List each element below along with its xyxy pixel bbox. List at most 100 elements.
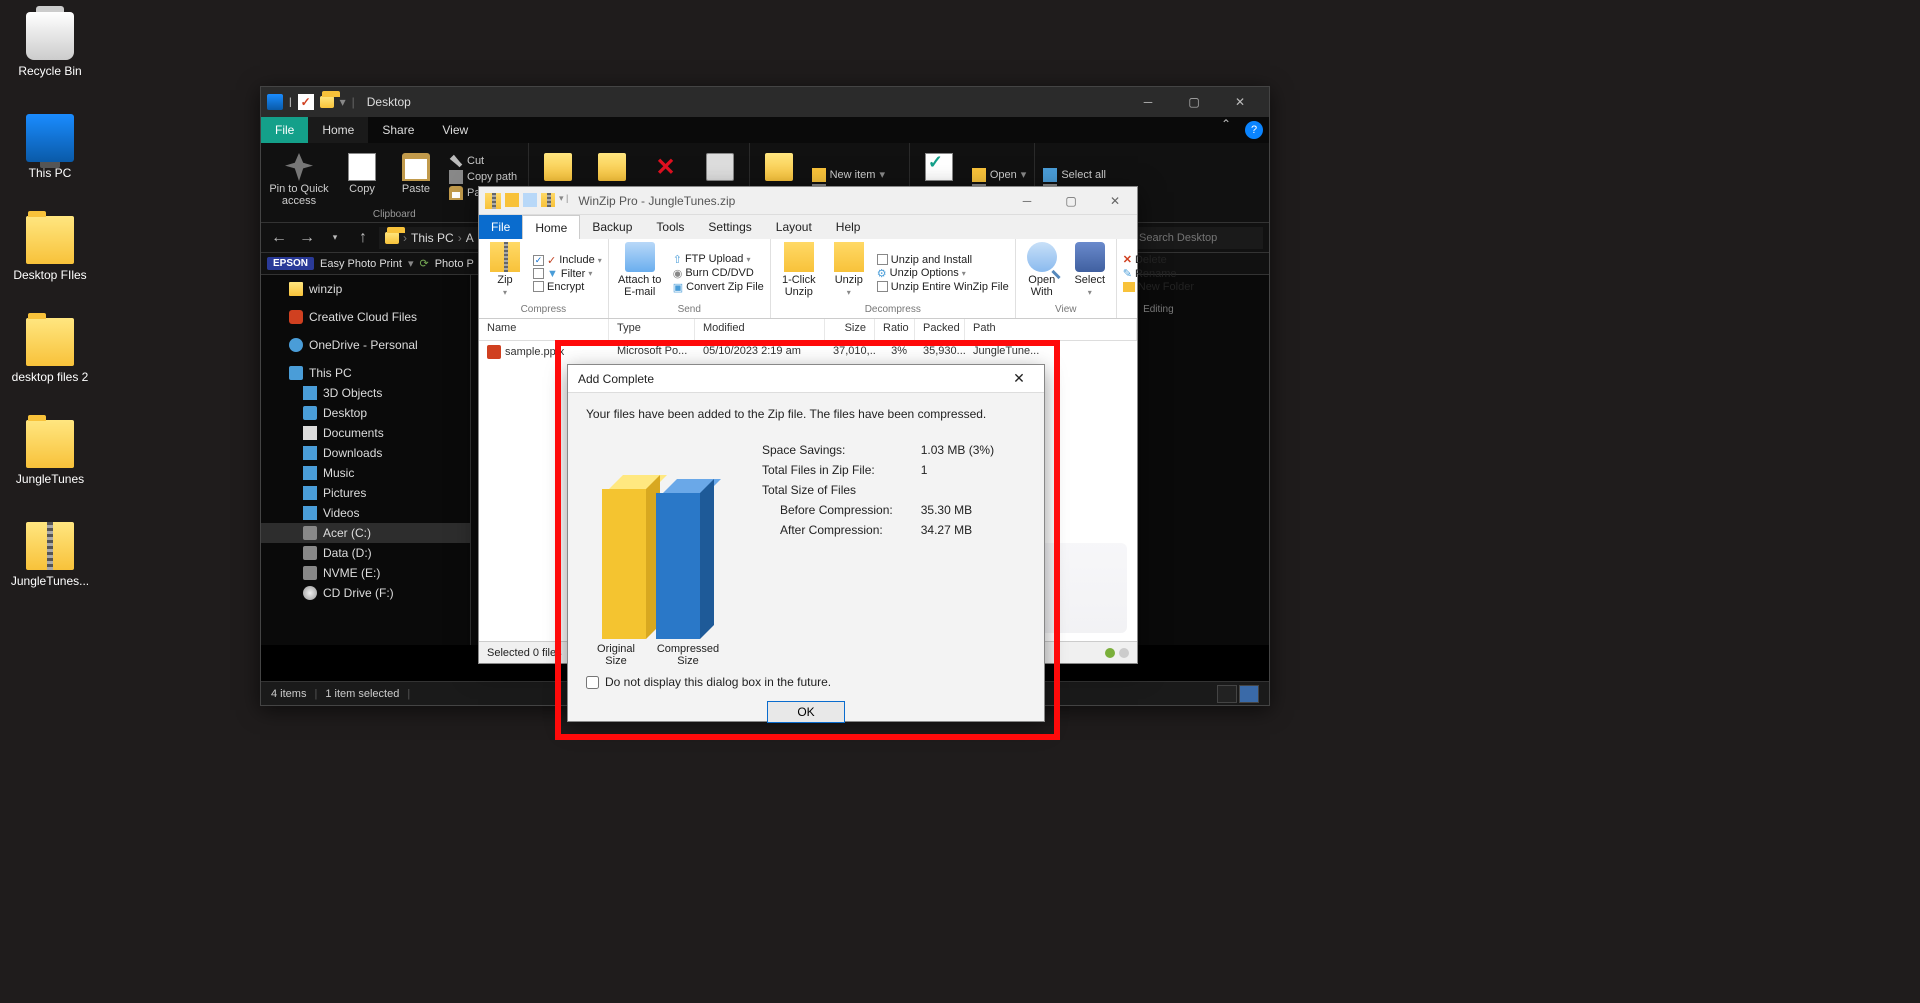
wz-rename-button[interactable]: ✎ Rename xyxy=(1123,267,1194,280)
tree-music[interactable]: Music xyxy=(261,463,470,483)
wz-tab-layout[interactable]: Layout xyxy=(764,215,824,239)
winzip-maximize-button[interactable]: ▢ xyxy=(1049,187,1093,214)
wz-tab-tools[interactable]: Tools xyxy=(644,215,696,239)
group-decompress: Decompress xyxy=(777,304,1009,315)
tree-downloads[interactable]: Downloads xyxy=(261,443,470,463)
explorer-tabs: File Home Share View ⌃ ? xyxy=(261,117,1269,143)
tab-view[interactable]: View xyxy=(428,117,482,143)
new-item-button[interactable]: New item ▾ xyxy=(812,168,901,182)
tree-nvme-e[interactable]: NVME (E:) xyxy=(261,563,470,583)
tree-desktop[interactable]: Desktop xyxy=(261,403,470,423)
ok-button[interactable]: OK xyxy=(767,701,845,723)
copy-button[interactable]: Copy xyxy=(341,147,383,207)
unzip-options-button[interactable]: ⚙ Unzip Options ▾ xyxy=(877,267,1009,280)
wz-tab-settings[interactable]: Settings xyxy=(696,215,763,239)
tab-home[interactable]: Home xyxy=(308,117,368,143)
tab-share[interactable]: Share xyxy=(368,117,428,143)
include-button[interactable]: ✓✓ Include ▾ xyxy=(533,254,602,267)
paste-button[interactable]: Paste xyxy=(395,147,437,207)
tree-onedrive[interactable]: OneDrive - Personal xyxy=(261,335,470,355)
qat-open-icon[interactable] xyxy=(505,193,519,207)
wz-newfolder-button[interactable]: New Folder xyxy=(1123,281,1194,293)
tree-this-pc[interactable]: This PC xyxy=(261,363,470,383)
qat-properties-icon[interactable]: ✓ xyxy=(298,94,314,110)
epson-easy-print[interactable]: Easy Photo Print xyxy=(320,258,402,270)
epson-refresh-icon[interactable]: ⟳ xyxy=(419,257,428,270)
tree-data-d[interactable]: Data (D:) xyxy=(261,543,470,563)
tree-creative-cloud[interactable]: Creative Cloud Files xyxy=(261,307,470,327)
tree-pictures[interactable]: Pictures xyxy=(261,483,470,503)
unzip-button[interactable]: Unzip▾ xyxy=(829,242,869,304)
wz-tab-home[interactable]: Home xyxy=(522,215,580,239)
wz-delete-button[interactable]: ✕ Delete xyxy=(1123,253,1194,266)
maximize-button[interactable]: ▢ xyxy=(1171,87,1217,117)
desktop-icon-this-pc[interactable]: This PC xyxy=(10,114,90,180)
3dobjects-icon xyxy=(303,386,317,400)
nav-forward-button[interactable]: → xyxy=(295,226,319,250)
col-packed[interactable]: Packed xyxy=(915,319,965,340)
winzip-close-button[interactable]: ✕ xyxy=(1093,187,1137,214)
qat-newfolder-icon[interactable] xyxy=(320,96,334,108)
desktop-icon-desktop-files-2[interactable]: desktop files 2 xyxy=(10,318,90,384)
tree-acer-c[interactable]: Acer (C:) xyxy=(261,523,470,543)
ftp-upload-button[interactable]: ⇧ FTP Upload ▾ xyxy=(673,253,764,266)
tab-file[interactable]: File xyxy=(261,117,308,143)
qat-save-icon[interactable] xyxy=(523,193,537,207)
select-button[interactable]: Select▾ xyxy=(1070,242,1110,304)
copy-path-button[interactable]: Copy path xyxy=(449,170,520,184)
explorer-titlebar[interactable]: | ✓ ▾ | Desktop ─ ▢ ✕ xyxy=(261,87,1269,117)
col-path[interactable]: Path xyxy=(965,319,1137,340)
cut-button[interactable]: Cut xyxy=(449,154,520,168)
select-all-button[interactable]: Select all xyxy=(1043,168,1119,182)
status-dot-grey xyxy=(1119,648,1129,658)
wz-tab-backup[interactable]: Backup xyxy=(580,215,644,239)
status-item-count: 4 items xyxy=(271,688,306,700)
do-not-show-checkbox[interactable] xyxy=(586,676,599,689)
nav-history-button[interactable]: ▾ xyxy=(323,226,347,250)
close-button[interactable]: ✕ xyxy=(1217,87,1263,117)
pin-quick-access-button[interactable]: Pin to Quick access xyxy=(269,147,329,207)
desktop-icon-jungletunes-zip[interactable]: JungleTunes... xyxy=(10,522,90,588)
dialog-titlebar[interactable]: Add Complete ✕ xyxy=(568,365,1044,393)
wz-tab-file[interactable]: File xyxy=(479,215,522,239)
dialog-close-button[interactable]: ✕ xyxy=(1004,370,1034,387)
tree-3d-objects[interactable]: 3D Objects xyxy=(261,383,470,403)
open-button[interactable]: Open ▾ xyxy=(972,168,1026,182)
nav-up-button[interactable]: ↑ xyxy=(351,226,375,250)
open-with-button[interactable]: Open With xyxy=(1022,242,1062,304)
help-button[interactable]: ? xyxy=(1245,121,1263,139)
tree-videos[interactable]: Videos xyxy=(261,503,470,523)
desktop-icon-jungletunes-folder[interactable]: JungleTunes xyxy=(10,420,90,486)
qat-zip-icon[interactable] xyxy=(541,193,555,207)
view-large-button[interactable] xyxy=(1239,685,1259,703)
tree-cd-drive-f[interactable]: CD Drive (F:) xyxy=(261,583,470,603)
encrypt-button[interactable]: Encrypt xyxy=(533,281,602,293)
oneclick-unzip-button[interactable]: 1-Click Unzip xyxy=(777,242,821,304)
col-ratio[interactable]: Ratio xyxy=(875,319,915,340)
desktop-icon-desktop-files[interactable]: Desktop FIles xyxy=(10,216,90,282)
tree-documents[interactable]: Documents xyxy=(261,423,470,443)
filter-button[interactable]: ▼ Filter ▾ xyxy=(533,268,602,280)
winzip-minimize-button[interactable]: ─ xyxy=(1005,187,1049,214)
col-size[interactable]: Size xyxy=(825,319,875,340)
nav-tree[interactable]: winzip Creative Cloud Files OneDrive - P… xyxy=(261,275,471,645)
file-row[interactable]: sample.pptx Microsoft Po... 05/10/2023 2… xyxy=(479,341,1137,363)
minimize-button[interactable]: ─ xyxy=(1125,87,1171,117)
burn-cd-button[interactable]: ◉ Burn CD/DVD xyxy=(673,267,764,280)
tree-winzip[interactable]: winzip xyxy=(261,279,470,299)
epson-photo-print[interactable]: Photo P xyxy=(435,258,474,270)
zip-button[interactable]: Zip▾ xyxy=(485,242,525,304)
ribbon-collapse-button[interactable]: ⌃ xyxy=(1213,117,1239,143)
unzip-entire-button[interactable]: Unzip Entire WinZip File xyxy=(877,281,1009,293)
attach-email-button[interactable]: Attach to E-mail xyxy=(615,242,665,304)
col-name[interactable]: Name xyxy=(479,319,609,340)
winzip-titlebar[interactable]: ▾ | WinZip Pro - JungleTunes.zip ─ ▢ ✕ xyxy=(479,187,1137,215)
col-type[interactable]: Type xyxy=(609,319,695,340)
unzip-install-button[interactable]: Unzip and Install xyxy=(877,254,1009,266)
desktop-icon-recycle-bin[interactable]: Recycle Bin xyxy=(10,12,90,78)
convert-zip-button[interactable]: ▣ Convert Zip File xyxy=(673,281,764,294)
wz-tab-help[interactable]: Help xyxy=(824,215,873,239)
nav-back-button[interactable]: ← xyxy=(267,226,291,250)
view-details-button[interactable] xyxy=(1217,685,1237,703)
col-modified[interactable]: Modified xyxy=(695,319,825,340)
